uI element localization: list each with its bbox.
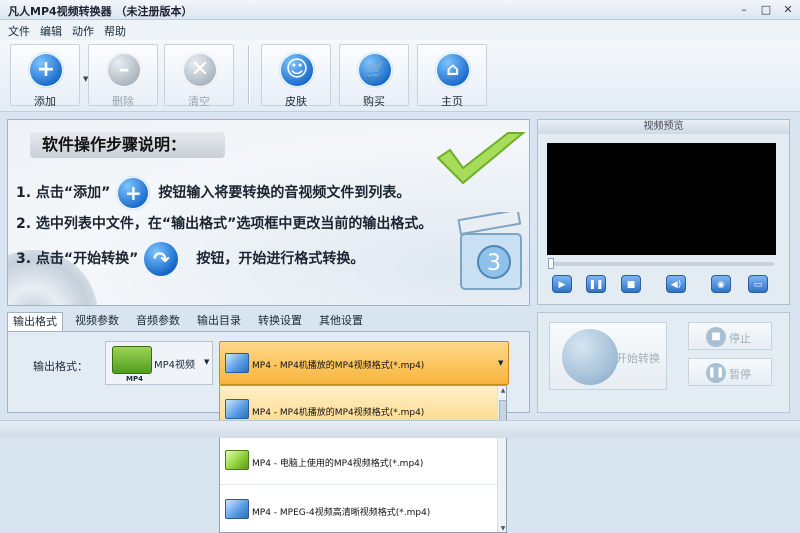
folder-icon[interactable]: ▭	[748, 275, 768, 293]
cube-icon	[225, 499, 249, 519]
delete-label: 删除	[112, 95, 134, 108]
smiley-icon: ☺	[279, 52, 315, 88]
minus-icon: –	[106, 52, 142, 88]
list-item[interactable]: MP4 - MPEG-4视频高清晰视频格式(*.mp4)	[220, 486, 497, 532]
maximize-button[interactable]: □	[756, 2, 776, 17]
volume-icon[interactable]: ◀)	[666, 275, 686, 293]
delete-button[interactable]: – 删除	[88, 44, 158, 108]
step3-prefix: 3. 点击“开始转换”	[16, 251, 139, 267]
home-button[interactable]: ⌂ 主页	[417, 44, 487, 108]
checkmark-image	[436, 132, 526, 185]
start-convert-button[interactable]: 开始转换	[549, 322, 667, 390]
tab-video-params[interactable]: 视频参数	[70, 312, 124, 332]
step3-suffix: 按钮，开始进行格式转换。	[196, 251, 365, 267]
option-label: MP4 - MP4机播放的MP4视频格式(*.mp4)	[252, 408, 425, 418]
plus-icon: +	[28, 52, 64, 88]
menu-file[interactable]: 文件	[8, 23, 30, 39]
format-icon-text: MP4	[126, 375, 143, 383]
svg-text:3: 3	[487, 251, 501, 276]
chevron-down-icon: ▼	[498, 359, 504, 367]
format-category-name: MP4视频	[154, 360, 196, 371]
cube-icon	[225, 399, 249, 419]
close-button[interactable]: ✕	[778, 2, 798, 17]
option-label: MP4 - MPEG-4视频高清晰视频格式(*.mp4)	[252, 508, 431, 518]
tab-output-dir[interactable]: 输出目录	[192, 312, 246, 332]
play-icon[interactable]: ▶	[552, 275, 572, 293]
tab-convert-settings[interactable]: 转换设置	[253, 312, 307, 332]
snapshot-icon[interactable]: ◉	[711, 275, 731, 293]
skin-button[interactable]: ☺ 皮肤	[261, 44, 331, 108]
plus-icon: +	[116, 176, 151, 210]
status-bar	[0, 420, 800, 438]
add-button[interactable]: + 添加 ▼	[10, 44, 88, 108]
clapperboard-image: 3	[457, 212, 522, 290]
home-label: 主页	[441, 95, 463, 108]
title-bar: 凡人MP4视频转换器 （未注册版本） – □ ✕	[0, 0, 800, 20]
output-profile-select[interactable]: MP4 - MP4机播放的MP4视频格式(*.mp4) ▼	[219, 341, 509, 385]
add-label: 添加	[34, 95, 56, 108]
pause-label: 暂停	[729, 368, 751, 381]
preview-title: 视频预览	[538, 120, 789, 134]
pause-button[interactable]: ❚❚ 暂停	[688, 358, 772, 386]
video-preview-panel: 视频预览 ▶ ❚❚ ■ ◀) ◉ ▭	[537, 119, 790, 305]
pause-icon[interactable]: ❚❚	[586, 275, 606, 293]
menu-bar: 文件 编辑 动作 帮助	[0, 20, 800, 40]
tab-output-format[interactable]: 输出格式	[7, 312, 63, 332]
dropdown-scrollbar[interactable]: ▲ ▼	[497, 386, 506, 532]
guide-heading: 软件操作步骤说明：	[30, 132, 225, 158]
cube-icon	[225, 450, 249, 470]
toolbar: + 添加 ▼ – 删除 ✕ 清空 ☺ 皮肤 🛒 购买 ⌂ 主页	[0, 40, 800, 112]
scroll-up-icon[interactable]: ▲	[498, 386, 506, 396]
format-category-select[interactable]: MP4 MP4视频 ▼	[105, 341, 213, 385]
scroll-down-icon[interactable]: ▼	[498, 524, 506, 532]
menu-action[interactable]: 动作	[72, 23, 94, 39]
seek-bar[interactable]	[550, 262, 774, 266]
toolbar-divider	[248, 46, 250, 104]
skin-label: 皮肤	[285, 95, 307, 108]
step1-prefix: 1. 点击“添加”	[16, 185, 111, 201]
seek-thumb[interactable]	[548, 258, 554, 269]
tab-audio-params[interactable]: 音频参数	[131, 312, 185, 332]
instructions-panel: 3 软件操作步骤说明： 1. 点击“添加” + 按钮输入将要转换的音视频文件到列表。…	[7, 119, 530, 306]
stop-label: 停止	[729, 332, 751, 345]
menu-edit[interactable]: 编辑	[40, 23, 62, 39]
clear-label: 清空	[188, 95, 210, 108]
cube-icon	[225, 353, 249, 373]
buy-label: 购买	[363, 95, 385, 108]
buy-button[interactable]: 🛒 购买	[339, 44, 409, 108]
tab-other-settings[interactable]: 其他设置	[314, 312, 368, 332]
stop-button[interactable]: ■ 停止	[688, 322, 772, 350]
option-label: MP4 - 电脑上使用的MP4视频格式(*.mp4)	[252, 459, 424, 469]
menu-help[interactable]: 帮助	[104, 23, 126, 39]
house-icon: ⌂	[435, 52, 471, 88]
clear-button[interactable]: ✕ 清空	[164, 44, 234, 108]
settings-tabs: 输出格式 视频参数 音频参数 输出目录 转换设置 其他设置	[7, 312, 527, 332]
chevron-down-icon: ▼	[204, 358, 210, 366]
output-format-label: 输出格式：	[33, 360, 88, 373]
profile-dropdown-list: MP4 - MP4机播放的MP4视频格式(*.mp4) MP4 - 电脑上使用的…	[219, 385, 507, 533]
minimize-button[interactable]: –	[734, 2, 754, 17]
stop-icon: ■	[706, 327, 726, 347]
convert-arrow-icon	[562, 329, 618, 385]
selected-profile: MP4 - MP4机播放的MP4视频格式(*.mp4)	[252, 361, 425, 371]
pause-icon: ❚❚	[706, 363, 726, 383]
cart-icon: 🛒	[357, 52, 393, 88]
x-icon: ✕	[182, 52, 218, 88]
list-item[interactable]: MP4 - 电脑上使用的MP4视频格式(*.mp4)	[220, 437, 497, 485]
tv-icon	[112, 346, 152, 374]
guide-step-2: 2. 选中列表中文件，在“输出格式”选项框中更改当前的输出格式。	[16, 216, 433, 232]
step1-suffix: 按钮输入将要转换的音视频文件到列表。	[158, 185, 411, 201]
guide-step-1: 1. 点击“添加” + 按钮输入将要转换的音视频文件到列表。	[16, 176, 410, 210]
window-title: 凡人MP4视频转换器 （未注册版本）	[8, 5, 193, 18]
preview-screen	[547, 143, 776, 255]
stop-icon[interactable]: ■	[621, 275, 641, 293]
convert-arrow-icon: ↷	[144, 242, 179, 276]
guide-step-3: 3. 点击“开始转换” ↷ 按钮，开始进行格式转换。	[16, 242, 364, 276]
start-label: 开始转换	[616, 352, 660, 365]
